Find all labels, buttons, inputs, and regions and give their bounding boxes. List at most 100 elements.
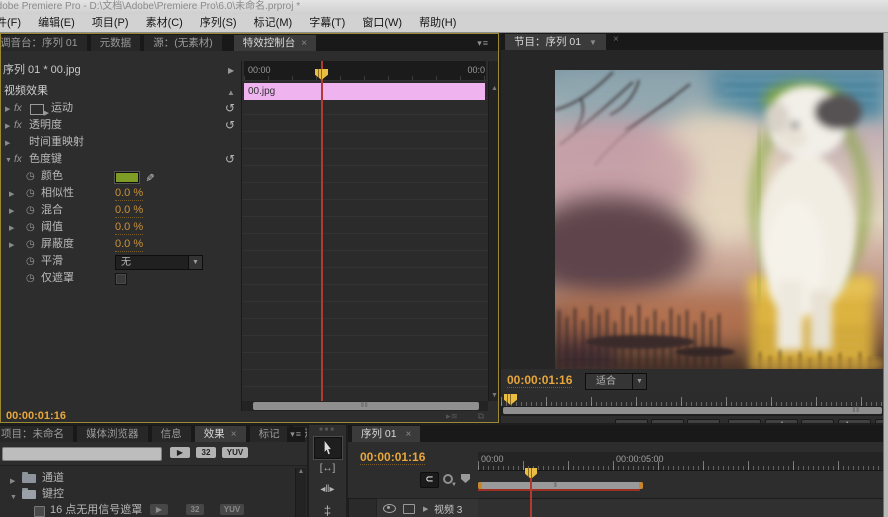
effect-timeline-ruler[interactable]: 00:00 00:0 xyxy=(244,61,486,80)
clip-bar[interactable]: 00.jpg xyxy=(244,83,485,100)
step-back-button[interactable]: ◀▏ xyxy=(765,419,798,423)
mark-in-button[interactable]: { xyxy=(651,419,684,423)
effect-row-opacity[interactable]: ▶ fx 透明度 ↺ xyxy=(1,117,241,134)
effect-row-chroma-key[interactable]: ▼ fx 色度键 ↺ xyxy=(1,151,241,168)
work-area-bar[interactable]: ‖ xyxy=(478,482,643,489)
eyedropper-icon[interactable]: ✎ xyxy=(140,173,157,182)
stopwatch-icon[interactable]: ◷ xyxy=(26,185,35,202)
timeline-view-toggle-icon[interactable]: ▶ xyxy=(228,61,234,80)
similarity-value[interactable]: 0.0 % xyxy=(115,186,143,201)
yuv-badge[interactable]: YUV xyxy=(222,447,248,458)
fit-dropdown[interactable]: 适合 ▼ xyxy=(585,373,647,390)
expand-icon[interactable]: ▶ xyxy=(5,135,10,152)
menu-marker[interactable]: 标记(M) xyxy=(247,14,300,32)
tree-item-keying-folder[interactable]: ▼ 键控 xyxy=(0,486,295,502)
menu-sequence[interactable]: 序列(S) xyxy=(193,14,244,32)
expand-icon[interactable]: ▶ xyxy=(9,237,14,254)
expand-icon[interactable]: ▶ xyxy=(5,118,10,135)
tab-markers[interactable]: 标记 xyxy=(250,426,289,442)
reset-icon[interactable]: ↺ xyxy=(225,117,235,134)
panel-menu-icon[interactable]: ▾≡ xyxy=(474,36,492,51)
play-clip-audio-icon[interactable]: ▸≋ xyxy=(446,410,458,423)
close-icon[interactable]: × xyxy=(301,38,307,49)
menu-project[interactable]: 项目(P) xyxy=(85,14,136,32)
expand-icon[interactable]: ▼ xyxy=(5,152,12,169)
audio-time-units-icon[interactable]: ⧉ xyxy=(478,410,484,423)
tab-info[interactable]: 信息 xyxy=(152,426,191,442)
effect-vertical-scrollbar[interactable]: ▲ ▼ xyxy=(488,61,499,401)
menu-edit[interactable]: 编辑(E) xyxy=(31,14,82,32)
track-select-tool[interactable]: [↔] xyxy=(309,463,346,474)
effect-timecode[interactable]: 00:00:01:16 xyxy=(6,410,66,423)
32bit-badge[interactable]: 32 xyxy=(196,447,216,458)
threshold-value[interactable]: 0.0 % xyxy=(115,220,143,235)
menu-title[interactable]: 字幕(T) xyxy=(302,14,352,32)
track-lock-cell[interactable] xyxy=(348,498,378,517)
sync-lock-icon[interactable] xyxy=(403,504,415,514)
stopwatch-icon[interactable]: ◷ xyxy=(26,202,35,219)
mask-only-checkbox[interactable] xyxy=(115,273,127,285)
menu-window[interactable]: 窗口(W) xyxy=(355,14,409,32)
tab-metadata[interactable]: 元数据 xyxy=(91,35,141,51)
chevron-down-icon[interactable]: ▼ xyxy=(589,38,597,47)
close-icon[interactable]: × xyxy=(406,429,412,440)
tab-project[interactable]: 项目：未命名 xyxy=(0,426,73,442)
rolling-edit-tool[interactable]: ‡ xyxy=(309,503,346,517)
tab-sequence-01[interactable]: 序列 01 × xyxy=(352,426,420,442)
stopwatch-icon[interactable]: ◷ xyxy=(26,236,35,253)
stopwatch-icon[interactable]: ◷ xyxy=(26,219,35,236)
effect-row-motion[interactable]: ▶ fx ▶ 运动 ↺ xyxy=(1,100,241,117)
goto-in-button[interactable]: {← xyxy=(728,419,761,423)
timeline-ruler[interactable]: 00:00 00:00:05:00 xyxy=(478,452,884,471)
tab-effects[interactable]: 效果× xyxy=(195,426,246,442)
tree-item-channel-folder[interactable]: ▶ 通道 xyxy=(0,470,295,486)
menu-clip[interactable]: 素材(C) xyxy=(139,14,190,32)
expand-icon[interactable]: ▶ xyxy=(5,101,10,118)
toggle-track-output-icon[interactable] xyxy=(383,504,396,513)
cutoff-value[interactable]: 0.0 % xyxy=(115,237,143,252)
video3-track-area[interactable] xyxy=(478,498,884,517)
tab-program[interactable]: 节目：序列 01 ▼ xyxy=(505,34,606,50)
menu-help[interactable]: 帮助(H) xyxy=(412,14,463,32)
add-marker-button[interactable] xyxy=(615,419,648,423)
expand-track-icon[interactable]: ▶ xyxy=(423,505,428,513)
scroll-down-icon[interactable]: ▼ xyxy=(489,392,499,399)
tab-media-browser[interactable]: 媒体浏览器 xyxy=(77,426,148,442)
stopwatch-icon[interactable]: ◷ xyxy=(26,168,35,185)
close-icon[interactable]: × xyxy=(231,429,237,440)
stopwatch-icon[interactable]: ◷ xyxy=(26,253,35,270)
program-scrollbar[interactable]: ‖‖ xyxy=(501,406,884,415)
blend-value[interactable]: 0.0 % xyxy=(115,203,143,218)
scroll-up-icon[interactable]: ▲ xyxy=(296,468,306,475)
program-timecode[interactable]: 00:00:01:16 xyxy=(507,373,572,388)
effect-row-time-remap[interactable]: ▶ 时间重映射 xyxy=(1,134,241,151)
reset-icon[interactable]: ↺ xyxy=(225,151,235,168)
selection-tool[interactable] xyxy=(314,437,342,459)
work-area-end-handle[interactable] xyxy=(639,482,643,489)
program-ruler[interactable] xyxy=(501,392,884,406)
expand-icon[interactable]: ▶ xyxy=(9,203,14,220)
timeline-timecode[interactable]: 00:00:01:16 xyxy=(360,450,425,465)
color-swatch[interactable] xyxy=(115,172,139,183)
step-forward-button[interactable]: ▏▶ xyxy=(838,419,871,423)
collapse-icon[interactable]: ▲ xyxy=(227,84,235,101)
close-icon[interactable]: × xyxy=(613,34,619,45)
mark-out-button[interactable]: } xyxy=(687,419,720,423)
tree-vertical-scrollbar[interactable]: ▲ xyxy=(295,468,306,517)
tree-item-garbage-matte-effect[interactable]: 16 点无用信号遮罩 ▶ 32 YUV xyxy=(0,502,295,517)
smoothing-dropdown[interactable]: 无 ▼ xyxy=(115,255,203,270)
work-area-start-handle[interactable] xyxy=(478,482,482,489)
expand-icon[interactable]: ▶ xyxy=(9,220,14,237)
snap-toggle-icon[interactable]: ⊂ xyxy=(420,472,439,488)
expand-icon[interactable]: ▶ xyxy=(9,186,14,203)
reset-icon[interactable]: ↺ xyxy=(225,100,235,117)
chevron-down-icon[interactable]: ▼ xyxy=(451,482,457,488)
menu-file[interactable]: 文件(F) xyxy=(0,14,28,32)
tab-effect-controls[interactable]: 特效控制台× xyxy=(234,35,316,51)
scroll-up-icon[interactable]: ▲ xyxy=(489,85,499,92)
set-marker-icon[interactable] xyxy=(461,474,470,483)
scrollbar-thumb[interactable]: ‖‖ xyxy=(503,407,882,414)
accelerated-effects-badge[interactable]: ▶ xyxy=(170,447,190,458)
play-button[interactable]: ▶ xyxy=(801,419,834,423)
effects-search-input[interactable] xyxy=(2,447,162,461)
